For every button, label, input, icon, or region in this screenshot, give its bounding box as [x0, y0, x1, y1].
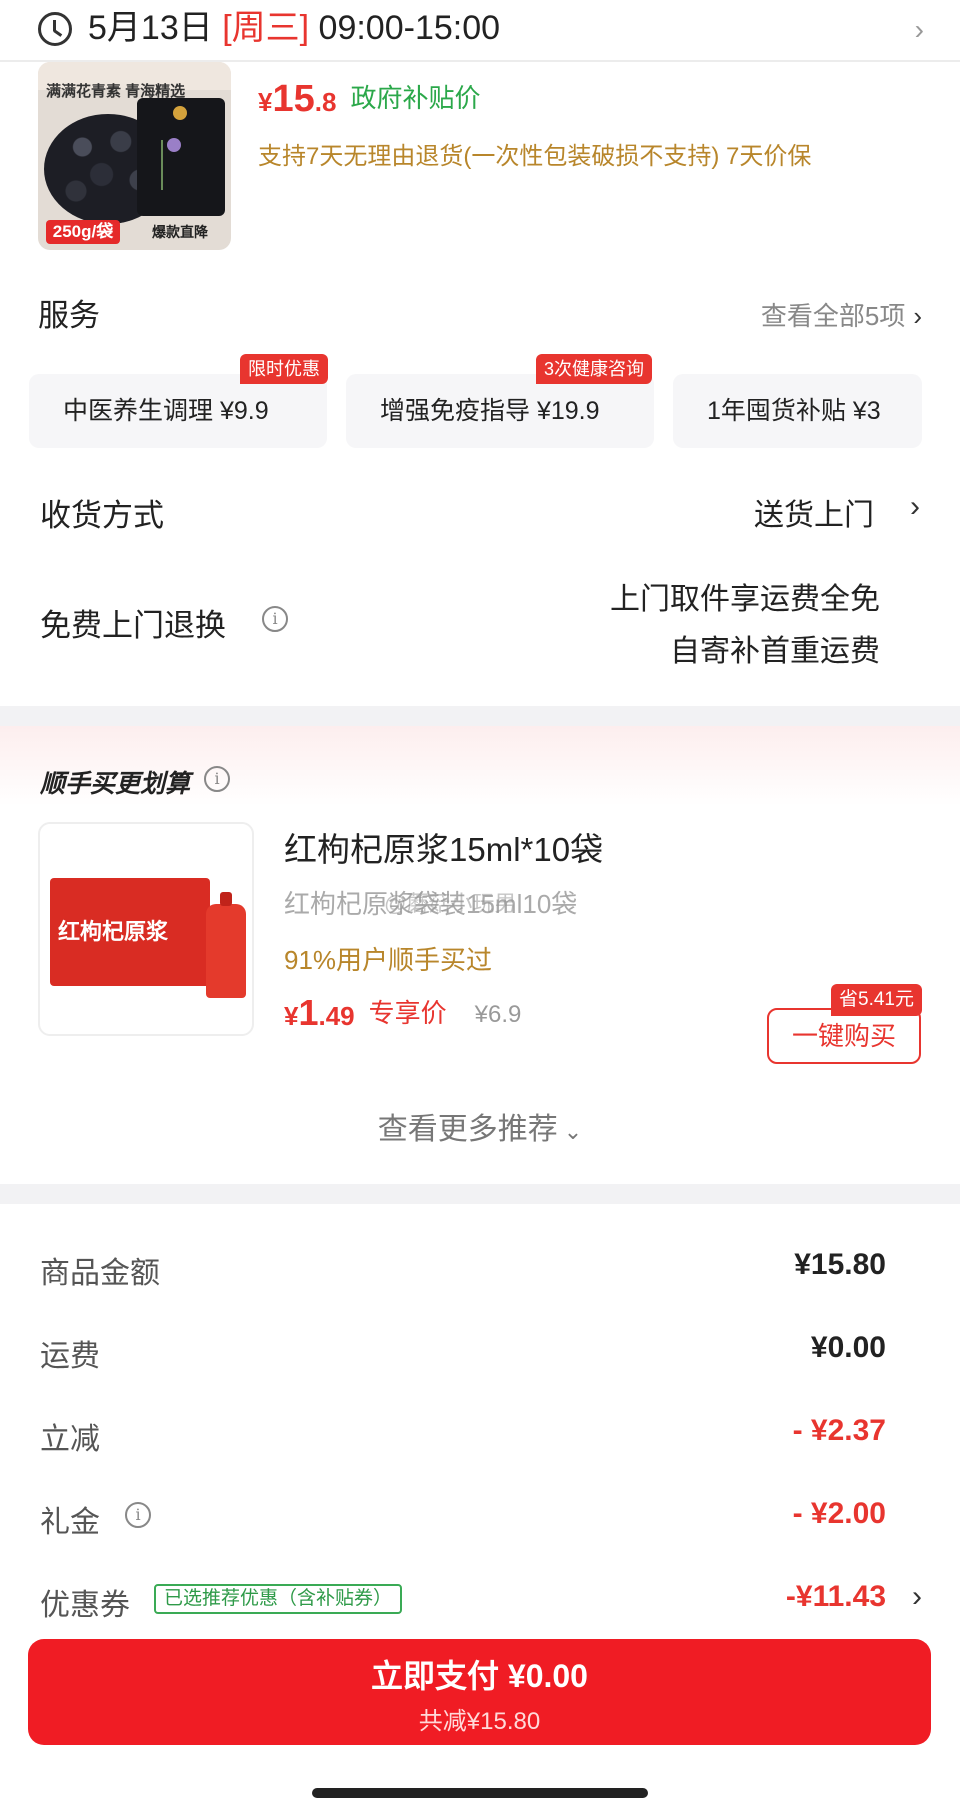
summary-label-goods: 商品金额 [40, 1257, 160, 1290]
summary-value-goods: ¥15.80 [794, 1248, 886, 1281]
product-price: ¥15.8 政府补贴价 [258, 78, 481, 120]
delivery-time-text: 5月13日 [周三] 09:00-15:00 [88, 9, 501, 47]
pay-now-label: 立即支付 ¥0.00 [371, 1658, 588, 1694]
price-label: 政府补贴价 [350, 83, 481, 113]
service-card-immunity[interactable]: 增强免疫指导 ¥19.9 [346, 374, 654, 448]
summary-label-gift: 礼金 [40, 1506, 100, 1539]
service-badge-consult: 3次健康咨询 [536, 354, 653, 384]
watermark: @蘑菇小玩男 [384, 891, 517, 916]
return-self-ship-text: 自寄补首重运费 [670, 635, 880, 668]
summary-value-shipping: ¥0.00 [810, 1331, 886, 1364]
delivery-time-range: 09:00-15:00 [318, 9, 501, 47]
service-card-stock-subsidy[interactable]: 1年囤货补贴 ¥3 [673, 374, 922, 448]
service-badge-limited: 限时优惠 [240, 354, 328, 384]
product-image[interactable]: 满满花青素 青海精选 250g/袋 爆款直降 [38, 62, 231, 250]
summary-label-shipping: 运费 [40, 1340, 100, 1373]
section-divider [0, 1184, 960, 1204]
flower-illustration [161, 138, 201, 190]
product-box-illustration: 红枸杞原浆 [50, 878, 210, 986]
product-promo-label: 爆款直降 [152, 224, 208, 240]
product-box-name: 红枸杞原浆 [58, 919, 169, 944]
one-click-buy-button[interactable]: 一键购买 [767, 1008, 921, 1064]
chevron-right-icon: › [914, 14, 924, 45]
summary-label-coupon: 优惠券 [40, 1589, 130, 1622]
summary-value-gift: - ¥2.00 [792, 1497, 886, 1530]
chevron-down-icon: ⌄ [563, 1119, 583, 1144]
home-indicator[interactable] [312, 1788, 648, 1798]
chevron-right-icon: › [913, 301, 922, 331]
section-divider [0, 706, 960, 726]
return-support-text: 支持7天无理由退货(一次性包装破损不支持) 7天价保 [258, 143, 812, 170]
chevron-right-icon[interactable]: › [910, 490, 920, 524]
delivery-method-value[interactable]: 送货上门 [754, 490, 874, 534]
free-return-label: 免费上门退换 [40, 608, 226, 643]
delivery-weekday: [周三] [222, 9, 310, 47]
info-icon[interactable]: i [262, 606, 288, 632]
product-pouch-illustration [206, 892, 246, 998]
service-card-tcm[interactable]: 中医养生调理 ¥9.9 [29, 374, 327, 448]
recommend-product-image[interactable]: 红枸杞原浆 [38, 822, 254, 1036]
coupon-selected-tag[interactable]: 已选推荐优惠（含补贴券） [154, 1584, 403, 1614]
services-title: 服务 [38, 298, 100, 333]
delivery-method-label: 收货方式 [40, 498, 164, 533]
summary-value-coupon[interactable]: -¥11.43 [786, 1580, 886, 1614]
info-icon[interactable]: i [125, 1502, 151, 1528]
summary-value-discount: - ¥2.37 [792, 1414, 886, 1447]
services-see-all-link[interactable]: 查看全部5项 › [761, 296, 922, 333]
chevron-right-icon[interactable]: › [912, 1580, 922, 1614]
recommend-product-price: ¥1.49 专享价 ¥6.9 [284, 992, 522, 1033]
original-price: ¥6.9 [474, 1001, 522, 1028]
recommend-users-stat: 91%用户顺手买过 [284, 945, 493, 975]
product-weight-badge: 250g/袋 [46, 220, 120, 244]
info-icon[interactable]: i [204, 766, 230, 792]
total-saved-label: 共减¥15.80 [418, 1708, 541, 1735]
more-recommendations-link[interactable]: 查看更多推荐 ⌄ [0, 1104, 960, 1148]
pay-now-button[interactable]: 立即支付 ¥0.00 共减¥15.80 [28, 1639, 931, 1745]
clock-icon [38, 12, 72, 46]
recommend-product-title[interactable]: 红枸杞原浆15ml*10袋 [284, 823, 603, 871]
save-amount-badge: 省5.41元 [831, 984, 922, 1016]
summary-label-discount: 立减 [40, 1423, 100, 1456]
return-pickup-text: 上门取件享运费全免 [610, 583, 880, 616]
delivery-time-bar[interactable]: 5月13日 [周三] 09:00-15:00 › [0, 0, 960, 62]
bundle-title: 顺手买更划算 [40, 770, 191, 798]
